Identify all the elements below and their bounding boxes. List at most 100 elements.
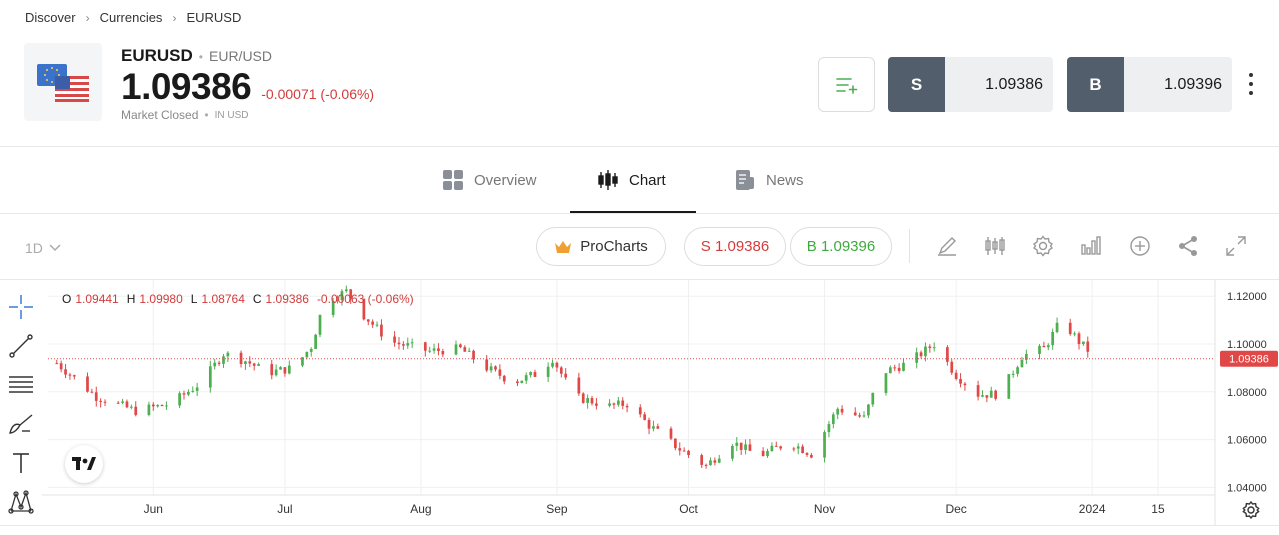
tradingview-logo[interactable] <box>65 445 103 483</box>
candle-body <box>871 392 875 405</box>
candle-body <box>796 446 800 449</box>
y-tick-label: 1.04000 <box>1227 482 1267 494</box>
trendline-icon[interactable] <box>6 331 36 361</box>
crosshair-icon[interactable] <box>6 292 36 322</box>
drawing-toolbar <box>0 280 42 525</box>
tab-overview-label: Overview <box>474 171 537 189</box>
candle-body <box>156 404 160 407</box>
candle-body <box>441 351 445 355</box>
price-change: -0.00071 (-0.06%) <box>261 86 375 102</box>
candle-body <box>406 343 410 346</box>
candle-body <box>862 415 866 417</box>
candle-body <box>976 385 980 397</box>
add-to-watchlist-button[interactable] <box>818 57 875 112</box>
add-icon[interactable] <box>1127 233 1153 259</box>
candle-body <box>700 455 704 465</box>
candle-body <box>928 346 932 349</box>
candle-body <box>551 362 554 367</box>
instrument-title: EURUSD • EUR/USD <box>121 46 272 66</box>
candle-body <box>72 375 76 377</box>
x-tick-label: Dec <box>945 502 966 516</box>
candle-body <box>779 446 783 449</box>
chevron-right-icon: › <box>85 10 90 25</box>
ohlc-l-label: L <box>190 292 198 306</box>
sell-button[interactable]: S 1.09386 <box>888 57 1053 112</box>
candle-body <box>586 398 589 403</box>
settings-icon[interactable] <box>1030 233 1056 259</box>
candle-body <box>437 348 440 352</box>
candle-body <box>612 403 616 405</box>
more-options-icon[interactable] <box>1244 73 1258 95</box>
chevron-down-icon <box>49 244 61 252</box>
candle-body <box>616 400 620 405</box>
candlestick-icon <box>598 170 618 190</box>
grid-icon <box>443 170 463 190</box>
tab-news[interactable]: News <box>734 147 804 213</box>
candle-body <box>590 398 594 404</box>
candle-body <box>472 350 475 360</box>
candle-body <box>717 458 721 463</box>
brush-icon[interactable] <box>6 409 36 439</box>
candle-body <box>165 405 168 407</box>
y-tick-label: 1.10000 <box>1227 339 1267 351</box>
crown-icon <box>555 240 572 253</box>
share-icon[interactable] <box>1175 233 1201 259</box>
tab-overview[interactable]: Overview <box>442 147 537 213</box>
candle-body <box>924 346 927 357</box>
y-tick-label: 1.12000 <box>1227 291 1267 303</box>
timeframe-select[interactable]: 1D <box>25 240 61 256</box>
fullscreen-icon[interactable] <box>1223 233 1249 259</box>
candle-body <box>555 362 559 368</box>
chart-svg: 1.09386 1.12000 1.10000 1.08000 1.06000 1.040… <box>42 280 1278 525</box>
fib-lines-icon[interactable] <box>6 370 36 400</box>
candle-body <box>195 387 199 391</box>
candle-body <box>182 393 186 395</box>
candle-body <box>577 377 581 394</box>
breadcrumb: Discover › Currencies › EURUSD <box>25 10 241 25</box>
candle-body <box>867 404 870 416</box>
buy-pill-button[interactable]: B 1.09396 <box>790 227 892 266</box>
draw-icon[interactable] <box>934 233 960 259</box>
divider <box>0 525 1279 526</box>
x-tick-label: Sep <box>546 502 568 516</box>
sell-pill-button[interactable]: S 1.09386 <box>684 227 786 266</box>
candle-body <box>770 445 774 451</box>
breadcrumb-discover[interactable]: Discover <box>25 10 76 25</box>
candle-body <box>810 454 813 458</box>
chevron-right-icon: › <box>172 10 177 25</box>
candle-body <box>226 352 230 357</box>
buy-button[interactable]: B 1.09396 <box>1067 57 1232 112</box>
candle-body <box>805 453 809 455</box>
chart-type-icon[interactable] <box>1078 233 1104 259</box>
candle-body <box>314 334 317 349</box>
candle-body <box>248 361 252 364</box>
candle-body <box>994 390 997 399</box>
breadcrumb-eurusd: EURUSD <box>186 10 242 25</box>
candle-body <box>410 342 414 344</box>
candle-body <box>86 376 89 392</box>
candle-body <box>669 428 673 439</box>
buy-letter: B <box>1067 57 1124 112</box>
candle-body <box>423 342 427 351</box>
candle-body <box>687 450 690 456</box>
candle-body <box>735 442 739 446</box>
price-chart[interactable]: 1.09386 1.12000 1.10000 1.08000 1.06000 1.040… <box>42 280 1279 525</box>
procharts-button[interactable]: ProCharts <box>536 227 666 266</box>
ohlc-h-label: H <box>126 292 136 306</box>
candle-body <box>581 393 585 403</box>
pattern-icon[interactable] <box>6 487 36 517</box>
candle-body <box>252 363 256 366</box>
candle-body <box>950 361 954 373</box>
tab-chart[interactable]: Chart <box>597 147 666 213</box>
chart-settings-icon[interactable] <box>1242 500 1260 520</box>
candle-body <box>652 426 655 429</box>
candle-body <box>1073 333 1076 335</box>
candle-body <box>897 367 901 371</box>
candle-body <box>919 352 923 357</box>
candle-body <box>147 404 151 415</box>
text-icon[interactable] <box>6 448 36 478</box>
ohlc-open: 1.09441 <box>75 292 119 306</box>
indicators-icon[interactable] <box>982 233 1008 259</box>
candle-body <box>682 450 686 452</box>
breadcrumb-currencies[interactable]: Currencies <box>100 10 163 25</box>
